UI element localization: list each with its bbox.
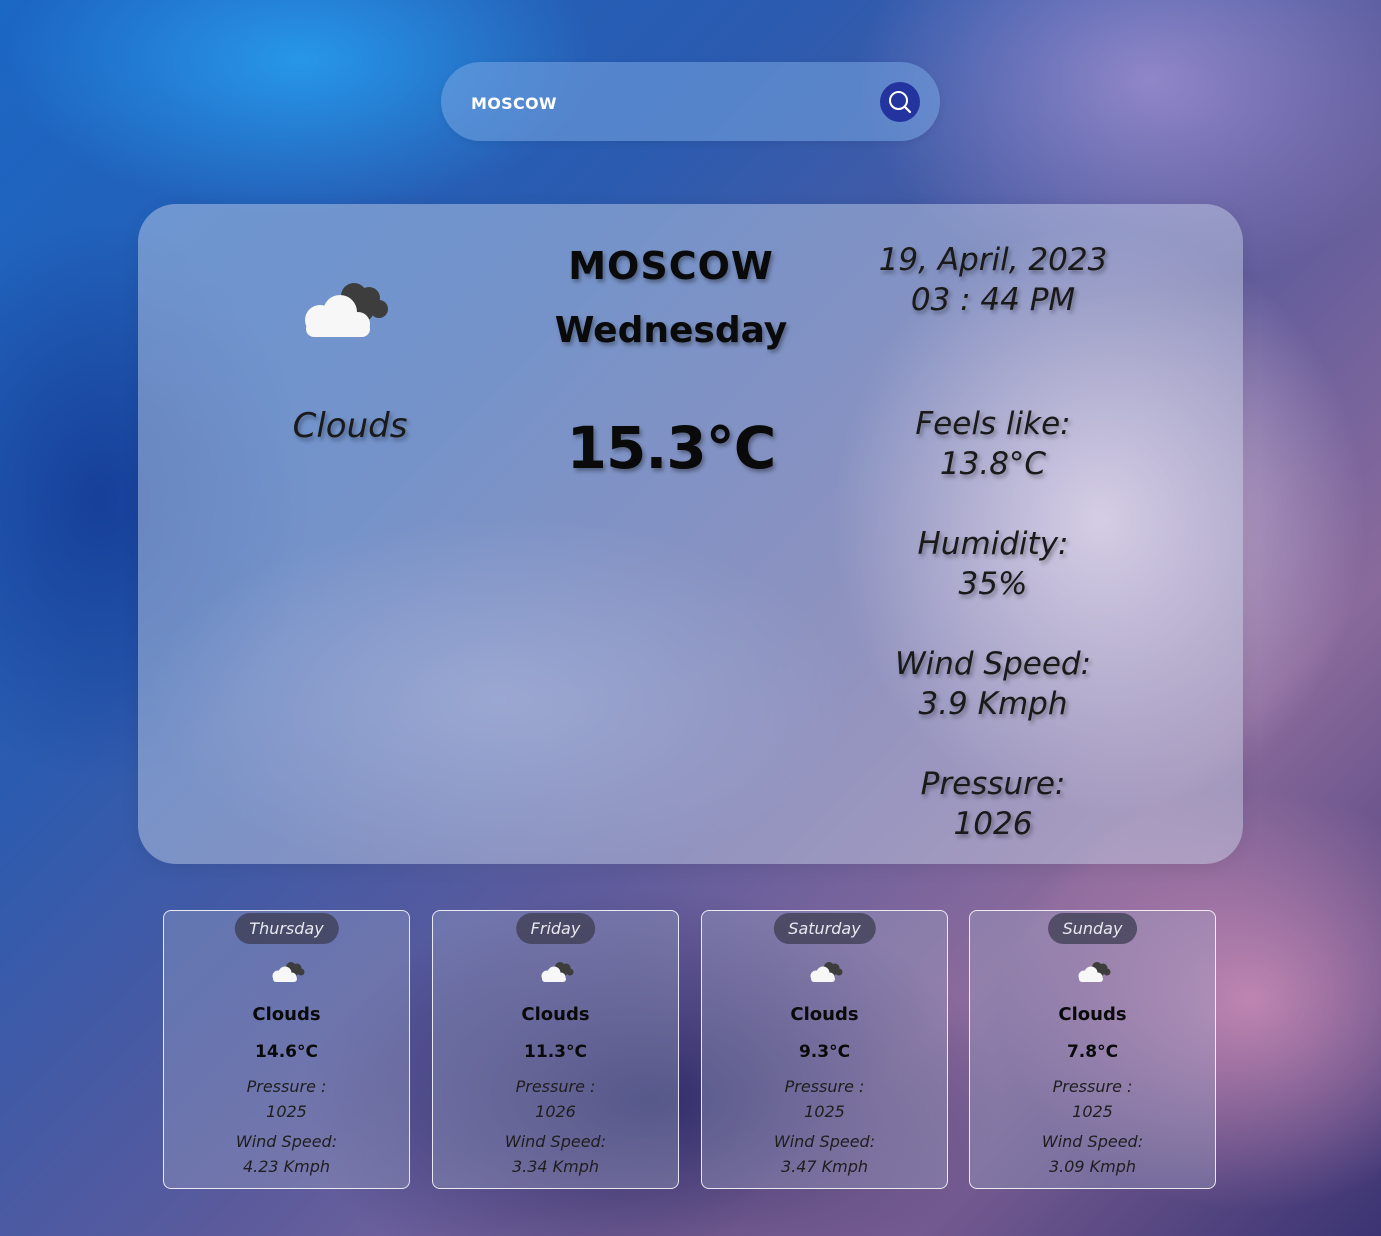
forecast-condition: Clouds: [252, 1004, 321, 1025]
clouds-icon: [1074, 959, 1112, 985]
stat-label: Feels like:: [915, 406, 1071, 442]
stat-label: Wind Speed:: [894, 646, 1092, 682]
stat-label: Pressure:: [920, 766, 1066, 802]
forecast-pressure-value: 1025: [1072, 1102, 1113, 1121]
forecast-day: Thursday: [234, 913, 339, 944]
forecast-temperature: 11.3°C: [524, 1042, 587, 1062]
forecast-wind-label: Wind Speed:: [773, 1132, 876, 1151]
current-day: Wednesday: [554, 310, 788, 351]
forecast-wind-value: 3.34 Kmph: [511, 1157, 600, 1176]
clouds-icon: [268, 959, 306, 985]
forecast-pressure-value: 1025: [266, 1102, 307, 1121]
forecast-wind-value: 4.23 Kmph: [242, 1157, 331, 1176]
forecast-day: Sunday: [1047, 913, 1138, 944]
city-name: MOSCOW: [568, 244, 774, 288]
current-condition: Clouds: [292, 406, 408, 446]
forecast-card-thursday: Thursday Clouds 14.6°C Pressure : 1025 W…: [163, 910, 410, 1189]
forecast-wind-label: Wind Speed:: [235, 1132, 338, 1151]
forecast-condition: Clouds: [521, 1004, 590, 1025]
search-input[interactable]: [469, 84, 873, 122]
forecast-temperature: 14.6°C: [255, 1042, 318, 1062]
stat-value: 13.8°C: [939, 446, 1047, 482]
clouds-icon: [806, 959, 844, 985]
forecast-card-sunday: Sunday Clouds 7.8°C Pressure : 1025 Wind…: [969, 910, 1216, 1189]
forecast-pressure-value: 1026: [535, 1102, 576, 1121]
forecast-day: Friday: [515, 913, 596, 944]
stat-pressure: Pressure: 1026: [858, 764, 1128, 844]
forecast-temperature: 7.8°C: [1066, 1042, 1119, 1062]
stat-wind-speed: Wind Speed: 3.9 Kmph: [858, 644, 1128, 724]
stat-label: Humidity:: [917, 526, 1069, 562]
forecast-wind-label: Wind Speed:: [1041, 1132, 1144, 1151]
date-time: 19, April, 2023 03 : 44 PM: [858, 240, 1128, 320]
forecast-day: Saturday: [773, 913, 876, 944]
forecast-condition: Clouds: [790, 1004, 859, 1025]
forecast-condition: Clouds: [1058, 1004, 1127, 1025]
stat-value: 35%: [958, 566, 1028, 602]
forecast-pressure-label: Pressure :: [784, 1077, 865, 1096]
stat-value: 3.9 Kmph: [918, 686, 1068, 722]
forecast-pressure-value: 1025: [804, 1102, 845, 1121]
forecast-pressure-label: Pressure :: [515, 1077, 596, 1096]
stat-value: 1026: [953, 806, 1033, 842]
stat-humidity: Humidity: 35%: [858, 524, 1128, 604]
forecast-wind-value: 3.09 Kmph: [1048, 1157, 1137, 1176]
stat-feels-like: Feels like: 13.8°C: [858, 404, 1128, 484]
forecast-wind-value: 3.47 Kmph: [780, 1157, 869, 1176]
forecast-pressure-label: Pressure :: [246, 1077, 327, 1096]
search-bar: [441, 62, 940, 141]
forecast-wind-label: Wind Speed:: [504, 1132, 607, 1151]
search-icon: [886, 88, 914, 116]
current-temperature: 15.3°C: [566, 414, 777, 482]
forecast-card-saturday: Saturday Clouds 9.3°C Pressure : 1025 Wi…: [701, 910, 948, 1189]
current-weather-card: Clouds MOSCOW Wednesday 15.3°C 19, April…: [138, 204, 1243, 864]
search-button[interactable]: [880, 82, 920, 122]
forecast-pressure-label: Pressure :: [1052, 1077, 1133, 1096]
clouds-icon: [292, 276, 396, 346]
forecast-card-friday: Friday Clouds 11.3°C Pressure : 1026 Win…: [432, 910, 679, 1189]
forecast-temperature: 9.3°C: [798, 1042, 851, 1062]
current-date: 19, April, 2023: [878, 242, 1108, 278]
current-time: 03 : 44 PM: [910, 282, 1076, 318]
clouds-icon: [537, 959, 575, 985]
